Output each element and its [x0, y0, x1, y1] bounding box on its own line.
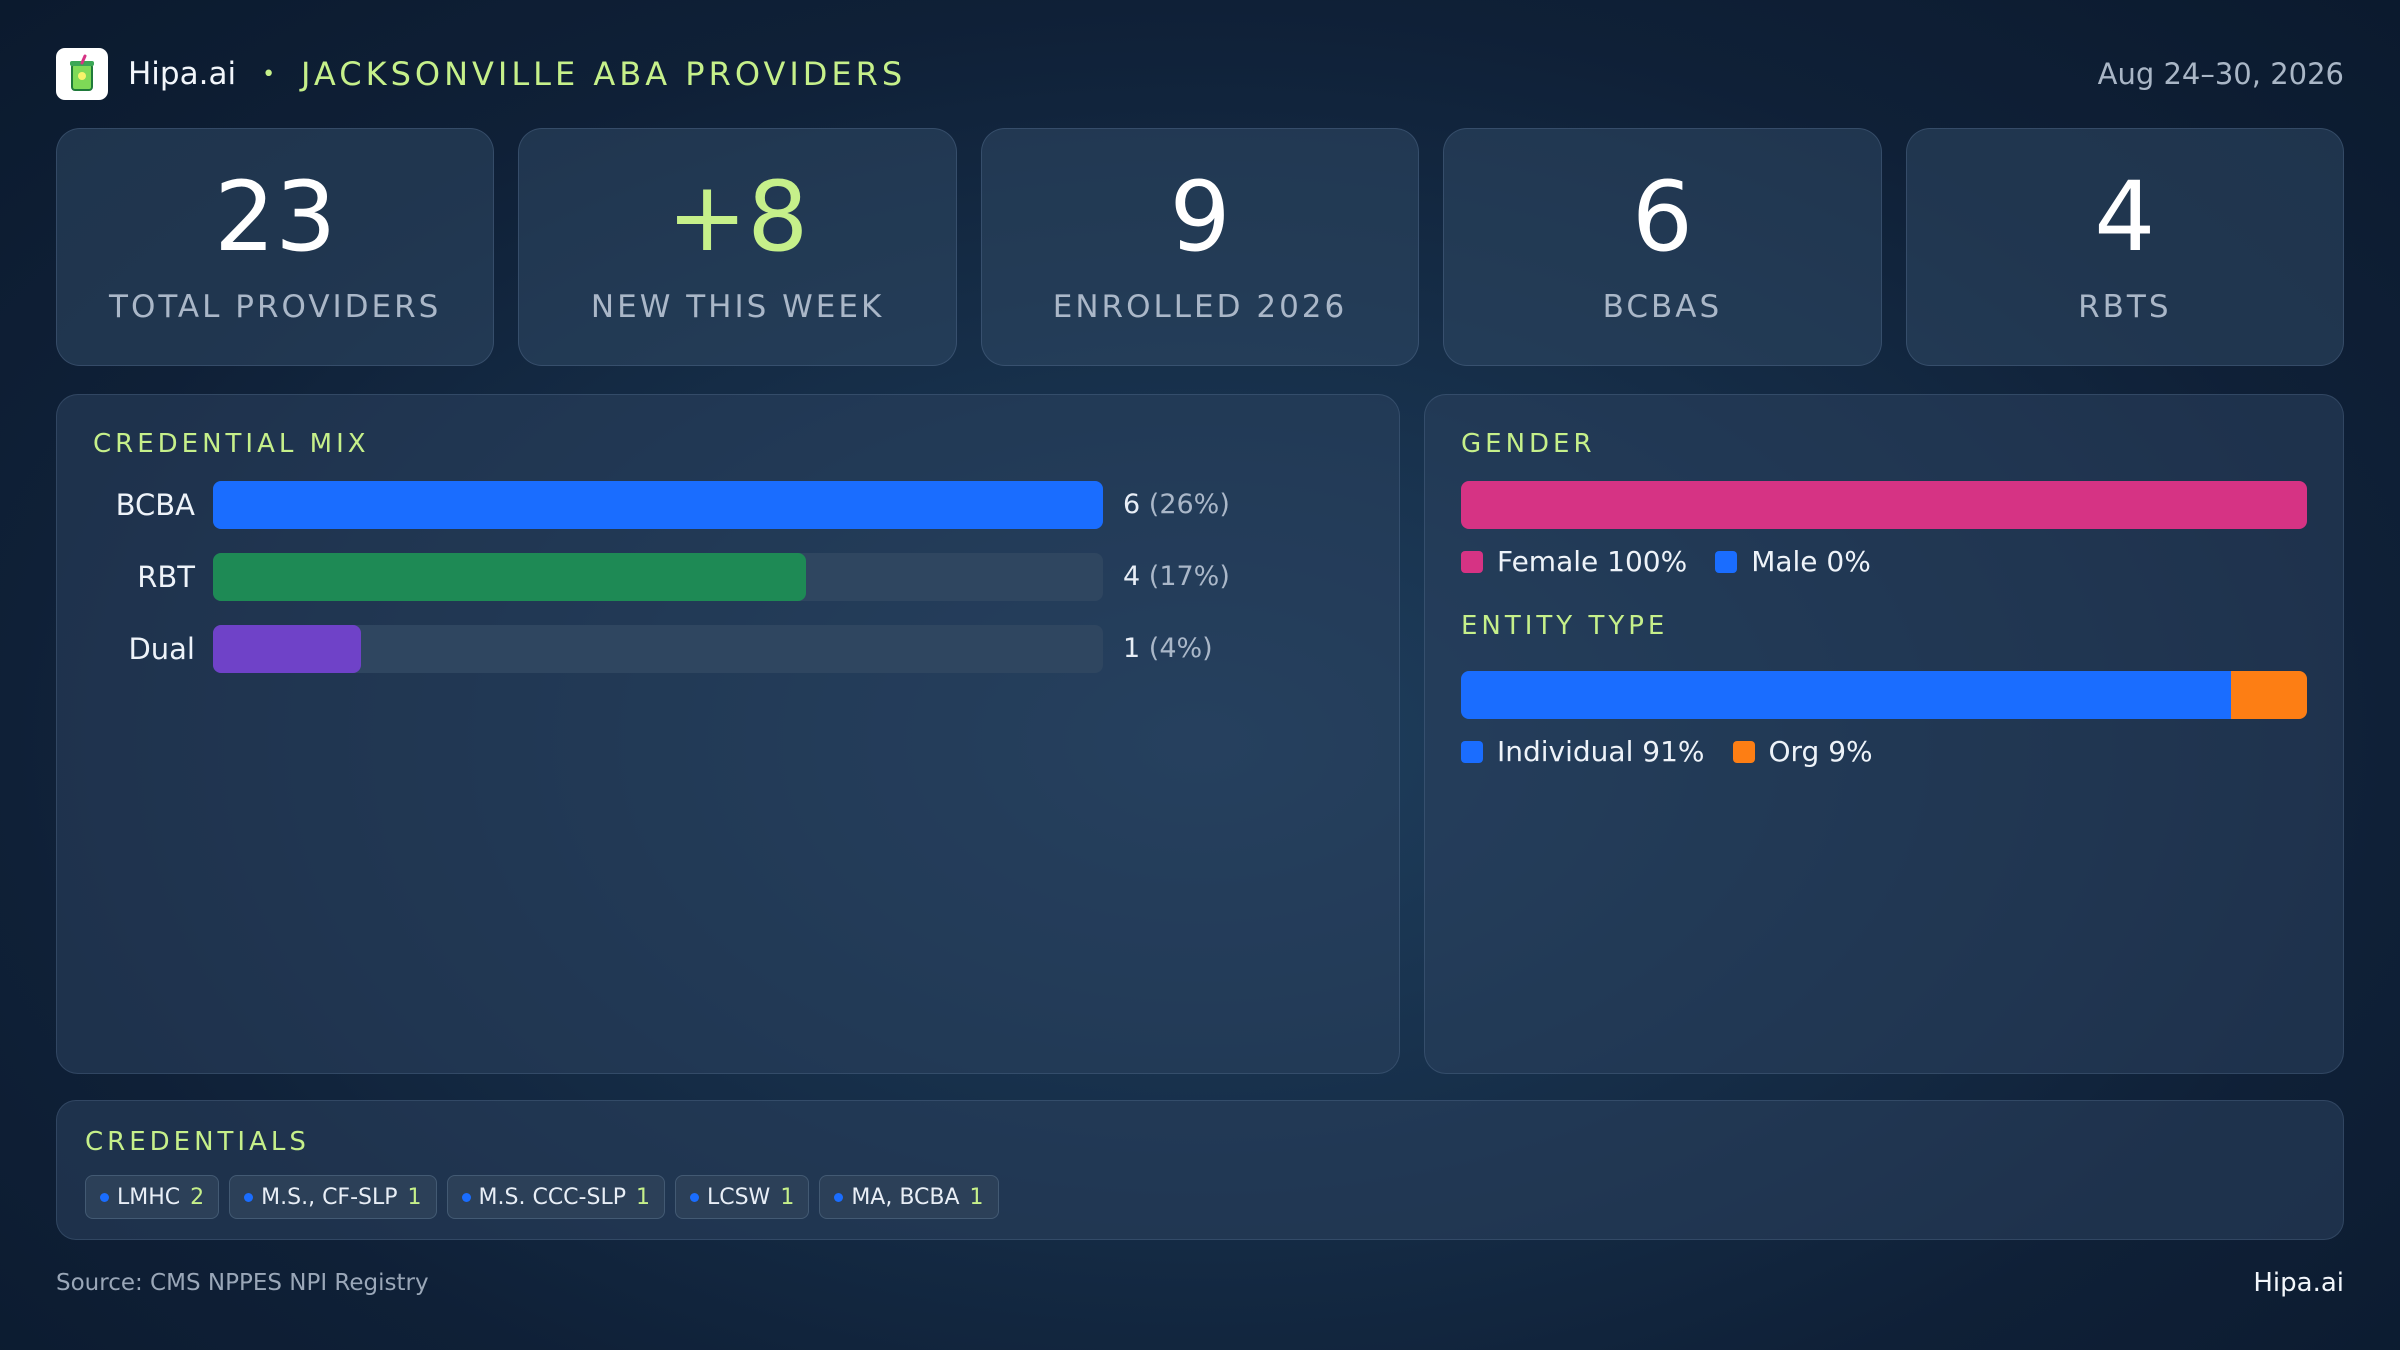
page-title: JACKSONVILLE ABA PROVIDERS	[301, 55, 907, 93]
entity-type-stacked-bar	[1461, 671, 2307, 719]
bar-fill-rbt	[213, 553, 807, 601]
stat-card-rbts: 4 RBTS	[1905, 128, 2345, 366]
chip-count: 1	[407, 1184, 422, 1210]
chip-dot-icon	[689, 1192, 699, 1202]
bar-percent: (4%)	[1148, 633, 1213, 664]
entity-segment-org	[2230, 671, 2307, 719]
stat-label: BCBAS	[1602, 289, 1723, 325]
gender-segment-female	[1461, 481, 2307, 529]
bar-label: BCBA	[115, 488, 195, 522]
title-separator: •	[262, 61, 276, 87]
header: Hipa.ai • JACKSONVILLE ABA PROVIDERS Aug…	[56, 46, 2344, 102]
bar-fill-dual	[213, 625, 362, 673]
chip-dot-icon	[834, 1192, 844, 1202]
credential-chip[interactable]: MA, BCBA 1	[819, 1175, 999, 1219]
stat-card-total-providers: 23 TOTAL PROVIDERS	[56, 128, 495, 366]
stat-value: 9	[1169, 161, 1231, 273]
source-note: Source: CMS NPPES NPI Registry	[56, 1270, 429, 1296]
entity-type-legend: Individual 91% Org 9%	[1461, 735, 1901, 768]
entity-segment-individual	[1461, 671, 2231, 719]
stat-value: 4	[2094, 161, 2156, 273]
bar-label: Dual	[128, 632, 195, 666]
chip-label: M.S. CCC-SLP	[478, 1184, 626, 1210]
credential-chip[interactable]: M.S., CF-SLP 1	[229, 1175, 437, 1219]
bar-percent: (26%)	[1148, 489, 1230, 520]
stat-label: NEW THIS WEEK	[590, 289, 885, 325]
legend-swatch	[1715, 550, 1738, 573]
gender-title: GENDER	[1461, 429, 1596, 459]
bar-percent: (17%)	[1148, 561, 1230, 592]
legend-item-female: Female 100%	[1461, 545, 1687, 578]
chip-label: M.S., CF-SLP	[261, 1184, 398, 1210]
legend-label: Female 100%	[1497, 545, 1688, 578]
chip-dot-icon	[244, 1192, 254, 1202]
legend-item-male: Male 0%	[1715, 545, 1871, 578]
bar-count: 6	[1123, 489, 1141, 520]
panel-title: CREDENTIAL MIX	[93, 429, 370, 459]
bar-fill-bcba	[213, 481, 1103, 529]
chip-count: 1	[780, 1184, 795, 1210]
chip-label: MA, BCBA	[851, 1184, 960, 1210]
chip-dot-icon	[461, 1192, 471, 1202]
legend-swatch	[1461, 740, 1483, 763]
stat-value: 23	[214, 161, 337, 273]
bar-track	[213, 481, 1103, 529]
bar-row-dual: Dual 1 (4%)	[57, 625, 1399, 673]
stat-card-bcbas: 6 BCBAS	[1443, 128, 1882, 366]
stat-value: +8	[666, 161, 809, 273]
bar-row-bcba: BCBA 6 (26%)	[57, 481, 1399, 529]
legend-label: Male 0%	[1751, 545, 1871, 578]
bar-value: 4 (17%)	[1123, 553, 1230, 601]
stat-label: RBTS	[2078, 289, 2172, 325]
chip-label: LCSW	[706, 1184, 771, 1210]
stat-card-enrolled: 9 ENROLLED 2026	[980, 128, 1420, 366]
bar-value: 6 (26%)	[1123, 481, 1230, 529]
gender-legend: Female 100% Male 0%	[1461, 545, 1899, 578]
credential-chips: LMHC 2 M.S., CF-SLP 1 M.S. CCC-SLP 1 LCS…	[85, 1175, 999, 1219]
bar-count: 4	[1123, 561, 1141, 592]
brand-name: Hipa.ai	[128, 56, 237, 92]
bar-label: RBT	[137, 560, 195, 594]
bar-track	[213, 625, 1103, 673]
drink-cup-icon	[56, 48, 108, 100]
stat-label: TOTAL PROVIDERS	[109, 289, 442, 325]
stat-card-new-this-week: +8 NEW THIS WEEK	[518, 128, 957, 366]
chip-count: 1	[969, 1184, 984, 1210]
legend-swatch	[1732, 740, 1755, 763]
credential-chip[interactable]: LCSW 1	[674, 1175, 810, 1219]
chip-dot-icon	[100, 1192, 109, 1202]
bar-track	[213, 553, 1103, 601]
credential-mix-panel: CREDENTIAL MIX BCBA 6 (26%) RBT 4 (17%) …	[56, 394, 1400, 1074]
credential-chip[interactable]: M.S. CCC-SLP 1	[446, 1175, 665, 1219]
stat-label: ENROLLED 2026	[1052, 289, 1348, 325]
demographics-panel: GENDER Female 100% Male 0% ENTITY TYPE I…	[1424, 394, 2344, 1074]
credential-chip[interactable]: LMHC 2	[85, 1175, 220, 1219]
credentials-panel: CREDENTIALS LMHC 2 M.S., CF-SLP 1 M.S. C…	[56, 1100, 2344, 1240]
legend-swatch	[1461, 550, 1483, 573]
stat-value: 6	[1631, 161, 1693, 273]
legend-label: Org 9%	[1768, 735, 1873, 768]
stat-cards: 23 TOTAL PROVIDERS +8 NEW THIS WEEK 9 EN…	[56, 128, 2345, 366]
bar-row-rbt: RBT 4 (17%)	[57, 553, 1399, 601]
legend-item-individual: Individual 91%	[1461, 735, 1705, 768]
legend-item-org: Org 9%	[1732, 735, 1873, 768]
chip-count: 2	[190, 1184, 205, 1210]
gender-stacked-bar	[1461, 481, 2307, 529]
legend-label: Individual 91%	[1497, 735, 1705, 768]
date-range: Aug 24–30, 2026	[2097, 57, 2344, 91]
bar-count: 1	[1123, 633, 1141, 664]
panel-title: CREDENTIALS	[85, 1127, 310, 1157]
chip-label: LMHC	[117, 1184, 181, 1210]
entity-type-title: ENTITY TYPE	[1461, 611, 1669, 641]
chip-count: 1	[635, 1184, 650, 1210]
footer-brand: Hipa.ai	[2253, 1268, 2344, 1298]
bar-value: 1 (4%)	[1123, 625, 1213, 673]
